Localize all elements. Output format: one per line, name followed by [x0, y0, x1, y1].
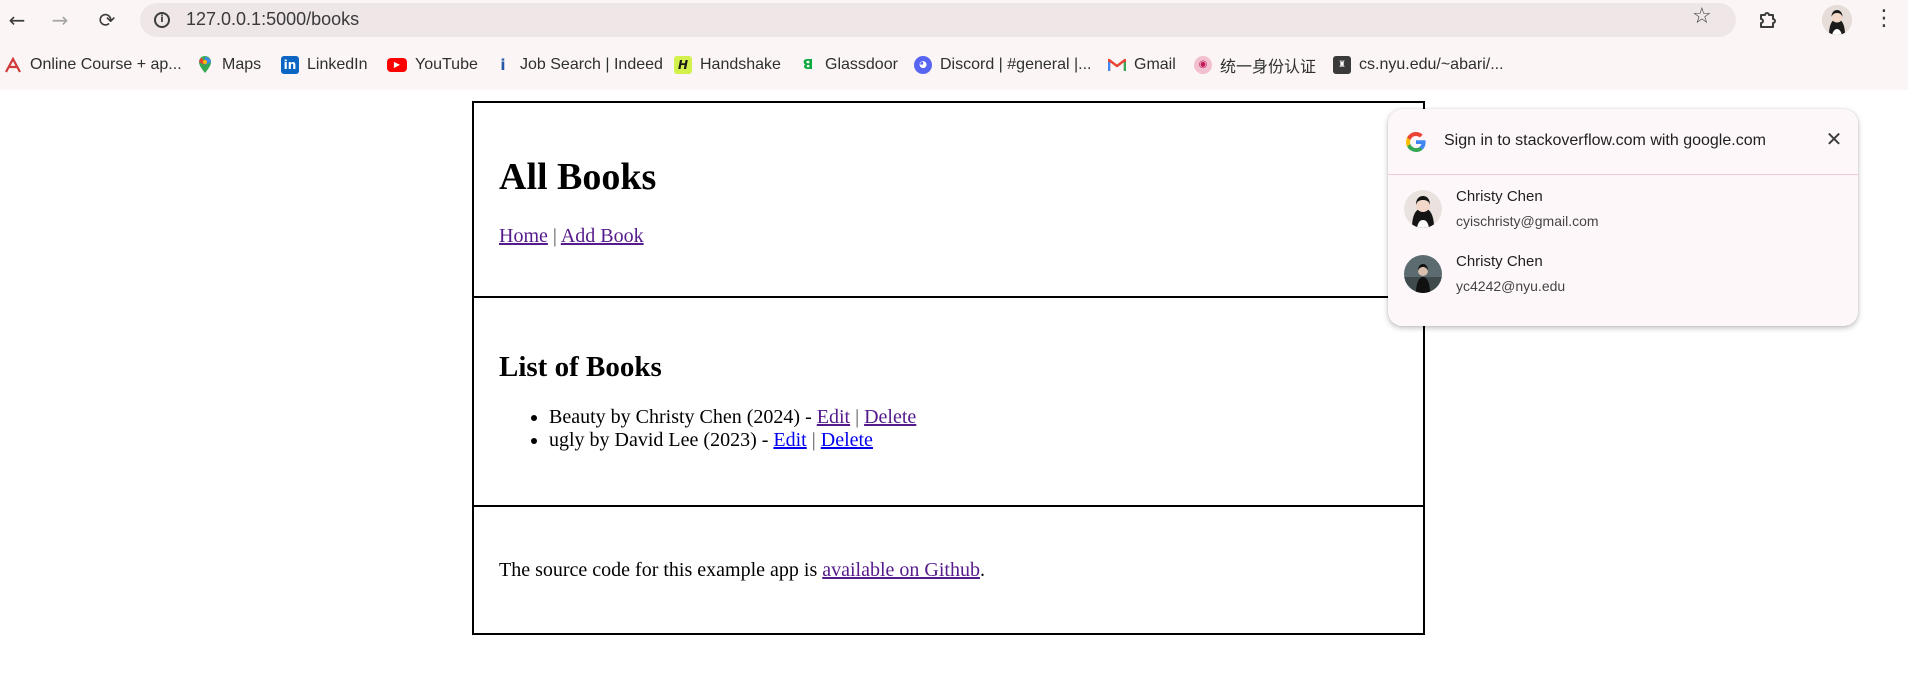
url-text[interactable]: 127.0.0.1:5000/books [186, 9, 359, 30]
gmail-icon [1108, 56, 1126, 74]
book-text: ugly by David Lee (2023) - [549, 428, 774, 451]
reload-button[interactable]: ⟳ [92, 6, 122, 34]
edit-link[interactable]: Edit [817, 406, 850, 428]
profile-avatar[interactable] [1822, 5, 1852, 35]
link-separator: | [811, 428, 816, 451]
bookmark-label: Discord | #general |... [940, 56, 1092, 73]
book-list-section: List of Books Beauty by Christy Chen (20… [472, 298, 1425, 507]
bookmark-discord[interactable]: ◕ Discord | #general |... [914, 53, 1092, 77]
extensions-puzzle-icon[interactable] [1757, 8, 1781, 32]
book-list: Beauty by Christy Chen (2024) - Edit | D… [499, 406, 1398, 452]
bookmark-nyu-auth[interactable]: ◉ 统一身份认证 [1194, 53, 1316, 77]
page-title: All Books [499, 156, 657, 198]
discord-icon: ◕ [914, 56, 932, 74]
popup-title: Sign in to stackoverflow.com with google… [1444, 132, 1766, 149]
bookmark-label: Online Course + ap... [30, 56, 182, 73]
popup-header: Sign in to stackoverflow.com with google… [1388, 109, 1858, 175]
list-item: Beauty by Christy Chen (2024) - Edit | D… [549, 406, 1398, 429]
bookmark-indeed[interactable]: i Job Search | Indeed [494, 53, 663, 77]
bookmark-label: Glassdoor [825, 56, 898, 73]
page-content: All Books Home | Add Book List of Books … [472, 101, 1425, 635]
account-option-2[interactable]: Christy Chen yc4242@nyu.edu [1388, 241, 1858, 305]
nav-separator: | [552, 224, 557, 247]
home-link[interactable]: Home [499, 225, 548, 247]
link-separator: | [855, 405, 860, 428]
bookmark-gmail[interactable]: Gmail [1108, 53, 1176, 77]
bookmark-youtube[interactable]: ▶ YouTube [387, 53, 478, 77]
back-button[interactable]: ← [2, 6, 32, 34]
edit-link[interactable]: Edit [773, 429, 806, 451]
forward-button[interactable]: → [45, 6, 75, 34]
linkedin-icon: in [281, 56, 299, 74]
browser-toolbar: ← → ⟳ i 127.0.0.1:5000/books ☆ ⋮ [0, 0, 1908, 40]
delete-link[interactable]: Delete [821, 429, 873, 451]
youtube-icon: ▶ [387, 58, 407, 72]
book-text: Beauty by Christy Chen (2024) - [549, 405, 817, 428]
glassdoor-icon: ꓭ [802, 57, 814, 73]
avatar [1404, 190, 1442, 228]
list-heading: List of Books [499, 351, 662, 383]
bookmark-online-course[interactable]: Online Course + ap... [4, 53, 182, 77]
bookmark-label: Handshake [700, 56, 781, 73]
bookmark-glassdoor[interactable]: ꓭ Glassdoor [799, 53, 898, 77]
bookmark-star-icon[interactable]: ☆ [1692, 4, 1712, 29]
header-section: All Books Home | Add Book [472, 101, 1425, 298]
footer-text-before: The source code for this example app is [499, 559, 823, 581]
add-book-link[interactable]: Add Book [561, 225, 644, 247]
bookmark-label: Maps [222, 56, 262, 73]
account-option-1[interactable]: Christy Chen cyischristy@gmail.com [1388, 176, 1858, 240]
footer-text: The source code for this example app is … [499, 559, 1398, 582]
google-signin-popup: Sign in to stackoverflow.com with google… [1388, 109, 1858, 326]
site-info-icon[interactable]: i [150, 8, 174, 32]
course-icon [4, 56, 22, 74]
delete-link[interactable]: Delete [864, 406, 916, 428]
bookmark-label: YouTube [415, 56, 478, 73]
bookmark-label: 统一身份认证 [1220, 59, 1317, 76]
browser-menu-button[interactable]: ⋮ [1872, 6, 1896, 34]
nav-links: Home | Add Book [499, 225, 1398, 248]
bookmark-label: cs.nyu.edu/~abari/... [1359, 56, 1504, 73]
handshake-icon: H [674, 56, 692, 74]
github-link[interactable]: available on Github [822, 559, 980, 581]
account-name: Christy Chen [1456, 188, 1543, 205]
close-icon[interactable]: ✕ [1822, 127, 1846, 151]
bookmark-cs-nyu[interactable]: ♜ cs.nyu.edu/~abari/... [1333, 53, 1504, 77]
maps-icon [196, 56, 214, 74]
list-item: ugly by David Lee (2023) - Edit | Delete [549, 429, 1398, 452]
account-email: cyischristy@gmail.com [1456, 213, 1599, 229]
account-name: Christy Chen [1456, 253, 1543, 270]
bookmark-label: Job Search | Indeed [520, 56, 663, 73]
bookmark-handshake[interactable]: H Handshake [674, 53, 781, 77]
footer-text-after: . [979, 559, 985, 581]
footer-section: The source code for this example app is … [472, 507, 1425, 635]
address-bar[interactable] [140, 3, 1736, 37]
nyu-auth-icon: ◉ [1194, 56, 1212, 74]
bookmark-label: Gmail [1134, 56, 1176, 73]
bookmark-linkedin[interactable]: in LinkedIn [281, 53, 368, 77]
cs-nyu-icon: ♜ [1333, 56, 1351, 74]
avatar [1404, 255, 1442, 293]
bookmark-label: LinkedIn [307, 56, 368, 73]
indeed-icon: i [500, 55, 506, 74]
bookmarks-bar: Online Course + ap... Maps in LinkedIn ▶… [0, 40, 1908, 90]
account-email: yc4242@nyu.edu [1456, 278, 1566, 294]
bookmark-maps[interactable]: Maps [196, 53, 261, 77]
google-logo-icon [1404, 130, 1428, 154]
